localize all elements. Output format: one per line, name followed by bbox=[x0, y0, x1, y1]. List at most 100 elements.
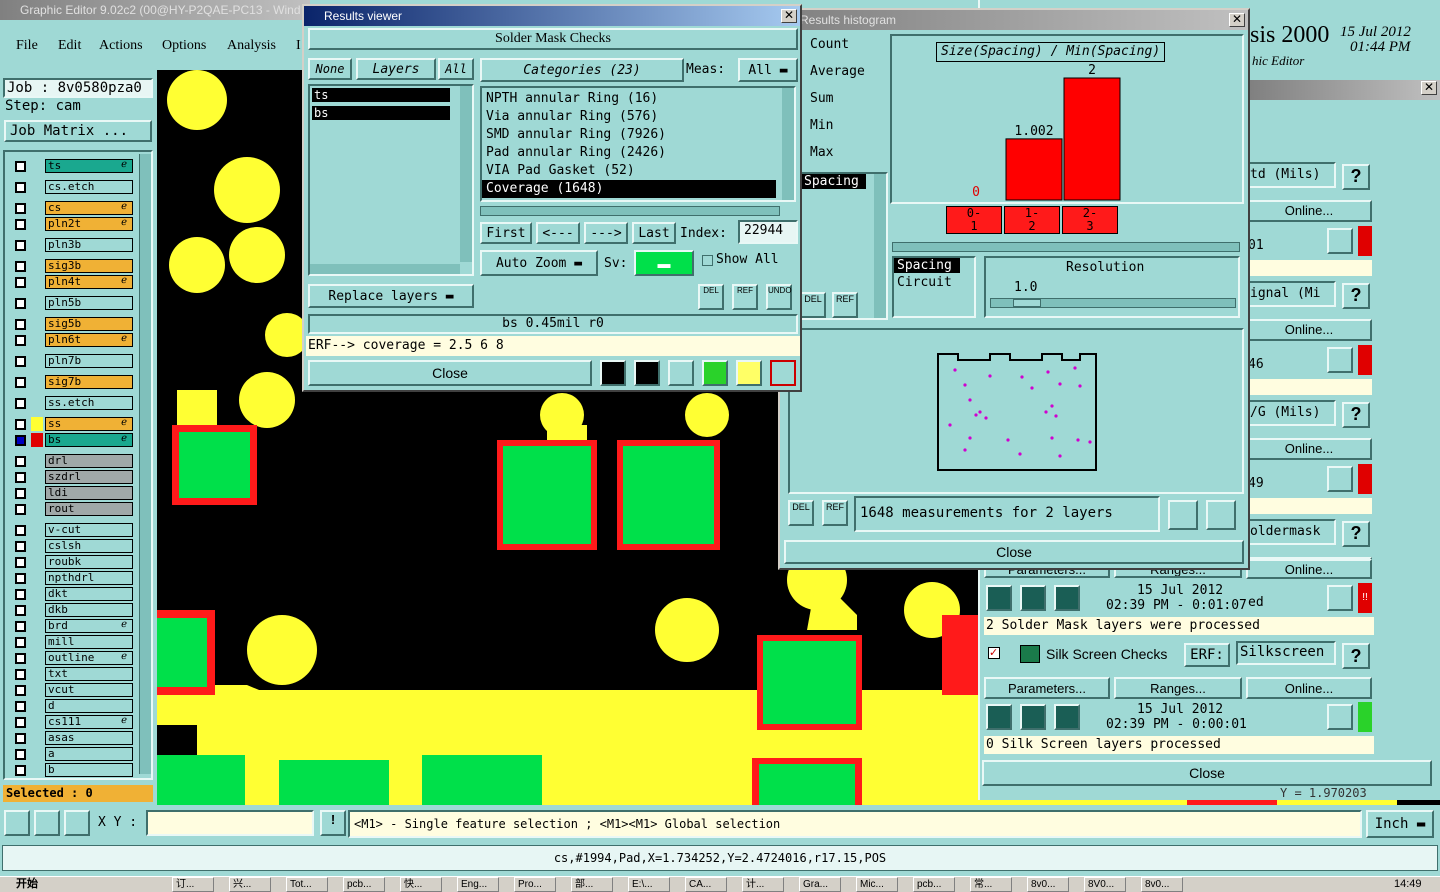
stat-option[interactable]: Count bbox=[800, 34, 888, 61]
layer-checkbox[interactable] bbox=[15, 419, 26, 430]
layer-row[interactable]: ts ℯ bbox=[11, 159, 133, 173]
layer-name[interactable]: v-cut bbox=[45, 523, 133, 537]
layer-name[interactable]: ts bbox=[45, 159, 133, 173]
layer-name[interactable]: pln2t bbox=[45, 217, 133, 231]
layer-name[interactable]: npthdrl bbox=[45, 571, 133, 585]
layer-row[interactable]: ss ℯ bbox=[11, 417, 133, 431]
layer-row[interactable]: roubk bbox=[11, 555, 133, 569]
layer-name[interactable]: b bbox=[45, 763, 133, 777]
taskbar-item[interactable]: Pro... bbox=[514, 877, 556, 892]
silk-parameters-button[interactable]: Parameters... bbox=[984, 677, 1110, 699]
rv-layer-item[interactable]: bs bbox=[312, 106, 450, 120]
layer-name[interactable]: pln7b bbox=[45, 354, 133, 368]
menu-analysis[interactable]: Analysis bbox=[227, 38, 276, 54]
layer-checkbox[interactable] bbox=[15, 456, 26, 467]
rv-layer-item[interactable]: ts bbox=[312, 88, 450, 102]
resolution-thumb[interactable] bbox=[1013, 299, 1041, 307]
job-matrix-button[interactable]: Job Matrix ... bbox=[4, 120, 152, 142]
rv-undo-button[interactable]: UNDO bbox=[766, 284, 792, 310]
layer-row[interactable]: asas bbox=[11, 731, 133, 745]
layer-checkbox[interactable] bbox=[15, 219, 26, 230]
rv-histogram-icon[interactable] bbox=[770, 360, 796, 386]
histogram-close-button[interactable]: Close bbox=[784, 540, 1244, 564]
run-icon[interactable] bbox=[986, 585, 1012, 611]
layer-name[interactable]: drl bbox=[45, 454, 133, 468]
taskbar-item[interactable]: 快... bbox=[400, 877, 442, 892]
analysis-zoom-icon[interactable] bbox=[1327, 228, 1353, 254]
taskbar-item[interactable]: 8v0... bbox=[1027, 877, 1069, 892]
layer-row[interactable]: sig7b bbox=[11, 375, 133, 389]
layer-checkbox[interactable] bbox=[15, 356, 26, 367]
layer-row[interactable]: outline ℯ bbox=[11, 651, 133, 665]
layer-row[interactable]: dkb bbox=[11, 603, 133, 617]
layer-name[interactable]: rout bbox=[45, 502, 133, 516]
xy-input[interactable] bbox=[146, 810, 314, 836]
next-button[interactable]: ---> bbox=[584, 222, 628, 244]
info-icon[interactable]: ! bbox=[320, 810, 346, 836]
layer-scrollbar[interactable] bbox=[139, 154, 151, 774]
layer-row[interactable]: bs ℯ bbox=[11, 433, 133, 447]
layer-row[interactable]: rout bbox=[11, 502, 133, 516]
layer-row[interactable]: txt bbox=[11, 667, 133, 681]
layer-row[interactable]: npthdrl bbox=[11, 571, 133, 585]
layer-checkbox[interactable] bbox=[15, 182, 26, 193]
layer-checkbox[interactable] bbox=[15, 298, 26, 309]
taskbar-item[interactable]: pcb... bbox=[343, 877, 385, 892]
category-item[interactable]: Pad annular Ring (2426) bbox=[482, 144, 794, 162]
hist-view-icon-1[interactable] bbox=[1168, 500, 1198, 530]
menu-more[interactable]: I bbox=[296, 38, 301, 54]
tool-measure-icon[interactable] bbox=[34, 810, 60, 836]
hist-top-del-button[interactable]: DEL bbox=[800, 292, 826, 318]
layer-row[interactable]: v-cut bbox=[11, 523, 133, 537]
layer-row[interactable]: pln5b bbox=[11, 296, 133, 310]
layers-all-button[interactable]: All bbox=[438, 58, 474, 80]
layer-row[interactable]: pln7b bbox=[11, 354, 133, 368]
silk-ranges-button[interactable]: Ranges... bbox=[1114, 677, 1242, 699]
layer-name[interactable]: pln4t bbox=[45, 275, 133, 289]
layer-name[interactable]: ss.etch bbox=[45, 396, 133, 410]
layer-checkbox[interactable] bbox=[15, 398, 26, 409]
category-scrollbar[interactable] bbox=[782, 88, 794, 200]
layer-select-list[interactable]: ts bs bbox=[308, 84, 474, 276]
layer-checkbox[interactable] bbox=[15, 717, 26, 728]
rv-del-button[interactable]: DEL bbox=[698, 284, 724, 310]
run-all-icon[interactable] bbox=[1020, 585, 1046, 611]
menu-edit[interactable]: Edit bbox=[58, 38, 81, 54]
layer-checkbox[interactable] bbox=[15, 240, 26, 251]
analysis-online-button[interactable]: Online... bbox=[1246, 438, 1372, 460]
layer-checkbox[interactable] bbox=[15, 589, 26, 600]
layer-checkbox[interactable] bbox=[15, 525, 26, 536]
stat-select-item[interactable]: Spacing bbox=[802, 174, 866, 189]
hist-top-ref-button[interactable]: REF bbox=[832, 292, 858, 318]
circuit-option[interactable]: Circuit bbox=[894, 275, 974, 290]
rv-layer-hscroll[interactable] bbox=[310, 264, 460, 274]
taskbar-item[interactable]: 订... bbox=[172, 877, 214, 892]
layer-checkbox[interactable] bbox=[15, 504, 26, 515]
layer-checkbox[interactable] bbox=[15, 701, 26, 712]
layer-row[interactable]: vcut bbox=[11, 683, 133, 697]
results-viewer-close-button[interactable]: Close bbox=[308, 360, 592, 386]
layer-row[interactable]: pln4t ℯ bbox=[11, 275, 133, 289]
layer-checkbox[interactable] bbox=[15, 669, 26, 680]
start-button[interactable]: 开始 bbox=[2, 877, 50, 892]
taskbar-item[interactable]: CA... bbox=[685, 877, 727, 892]
layer-row[interactable]: drl bbox=[11, 454, 133, 468]
index-field[interactable]: 22944 bbox=[738, 220, 798, 244]
silk-checkbox[interactable]: ✓ bbox=[988, 647, 1000, 659]
menu-actions[interactable]: Actions bbox=[99, 38, 143, 54]
analysis-close-button[interactable]: Close bbox=[982, 760, 1432, 786]
layer-name[interactable]: sig7b bbox=[45, 375, 133, 389]
sv-color-dropdown[interactable]: ▬ bbox=[634, 250, 694, 276]
taskbar-item[interactable]: Mic... bbox=[856, 877, 898, 892]
analysis-close-icon[interactable]: ✕ bbox=[1421, 81, 1437, 95]
hist-view-icon-2[interactable] bbox=[1206, 500, 1236, 530]
analysis-help-button[interactable]: ? bbox=[1342, 402, 1370, 428]
layer-row[interactable]: pln6t ℯ bbox=[11, 333, 133, 347]
taskbar-item[interactable]: 部... bbox=[571, 877, 613, 892]
hist-del-button[interactable]: DEL bbox=[788, 500, 814, 526]
layer-name[interactable]: cs.etch bbox=[45, 180, 133, 194]
sm-online-button[interactable]: Online... bbox=[1246, 559, 1372, 579]
menu-options[interactable]: Options bbox=[162, 38, 206, 54]
layer-name[interactable]: brd bbox=[45, 619, 133, 633]
taskbar-item[interactable]: 兴... bbox=[229, 877, 271, 892]
